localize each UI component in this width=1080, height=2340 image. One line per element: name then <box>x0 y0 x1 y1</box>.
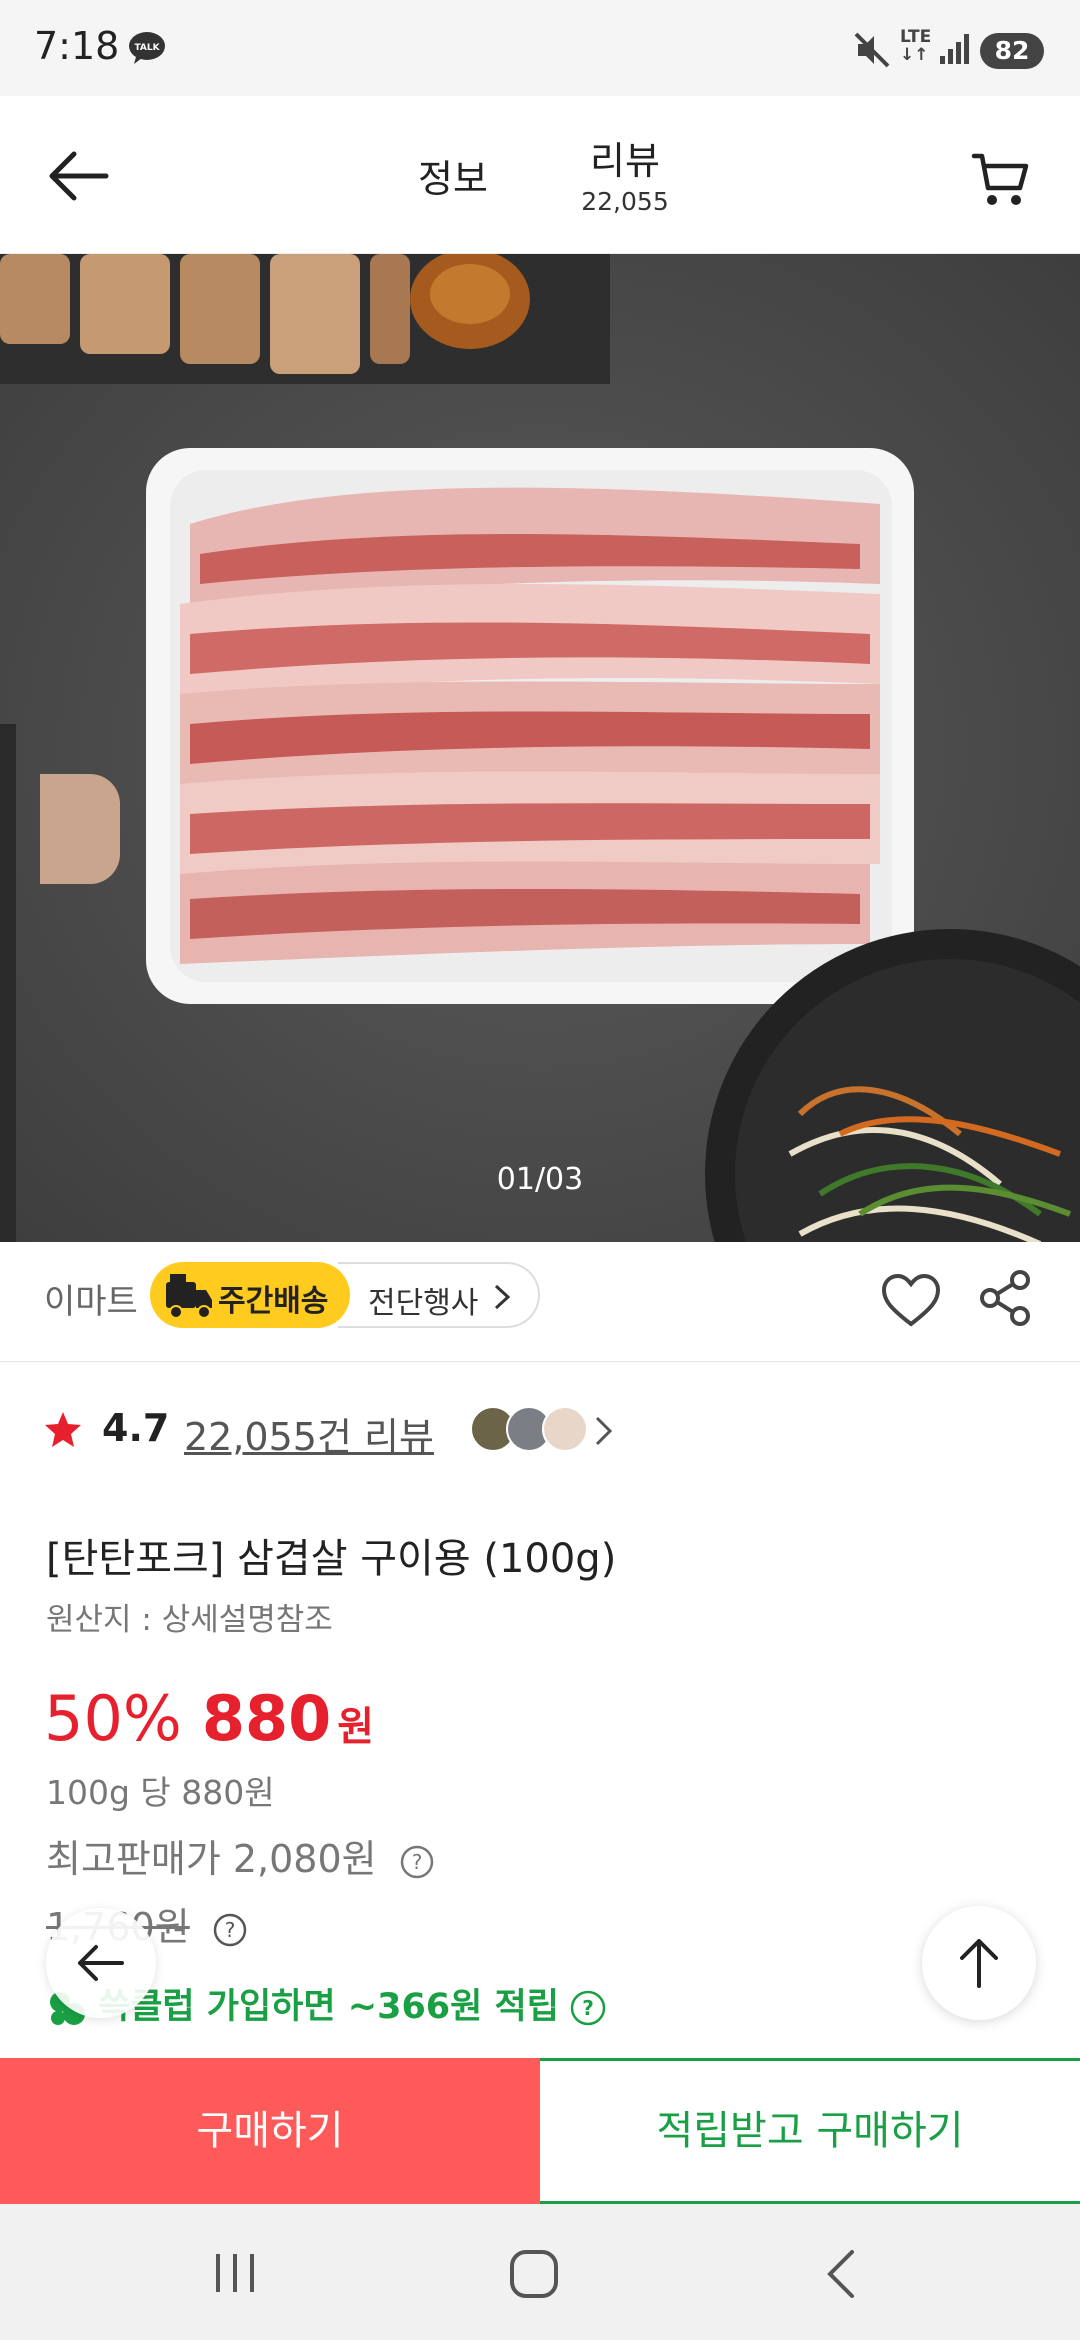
discount-rate: 50% <box>44 1682 182 1755</box>
help-icon[interactable]: ? <box>399 1844 435 1880</box>
chevron-right-icon <box>494 1284 511 1310</box>
battery-indicator: 82 <box>980 33 1044 69</box>
mute-icon <box>854 32 890 68</box>
arrow-up-icon <box>960 1939 998 1988</box>
store-name[interactable]: 이마트 <box>44 1274 138 1323</box>
recent-apps-icon[interactable] <box>210 2250 260 2296</box>
signal-icon <box>940 34 969 64</box>
promo-label: 전단행사 <box>368 1286 479 1321</box>
product-photo <box>0 254 1080 1242</box>
reviewer-avatars[interactable] <box>470 1406 588 1454</box>
price-row: 50% 880 원 <box>44 1682 374 1762</box>
system-nav-bar <box>0 2204 1080 2340</box>
origin-text: 원산지 : 상세설명참조 <box>46 1602 333 1638</box>
heart-icon[interactable] <box>880 1272 942 1330</box>
review-count-link[interactable]: 22,055건 리뷰 <box>184 1406 434 1461</box>
avatar <box>542 1406 588 1452</box>
top-header: 정보 리뷰 22,055 <box>0 96 1080 254</box>
share-icon[interactable] <box>978 1268 1034 1328</box>
star-icon <box>45 1412 81 1447</box>
delivery-badge[interactable]: 주간배송 <box>150 1262 350 1328</box>
home-icon[interactable] <box>508 2248 560 2300</box>
back-arrow-icon <box>78 1945 124 1981</box>
product-title: [탄탄포크] 삼겹살 구이용 (100g) <box>46 1536 617 1582</box>
lte-indicator: LTE ↓↑ <box>900 27 932 65</box>
svg-text:TALK: TALK <box>134 43 160 53</box>
chevron-right-icon[interactable] <box>592 1414 616 1448</box>
help-icon[interactable]: ? <box>212 1912 248 1948</box>
tab-info[interactable]: 정보 <box>418 148 488 203</box>
svg-text:?: ? <box>582 1996 594 2020</box>
tab-review-count: 22,055 <box>581 187 669 216</box>
delivery-label: 주간배송 <box>218 1284 329 1319</box>
nav-back-icon[interactable] <box>822 2248 858 2300</box>
status-time: 7:18 <box>34 24 120 68</box>
truck-icon <box>166 1274 212 1319</box>
promo-chip[interactable]: 전단행사 <box>338 1262 540 1328</box>
scroll-to-top-button[interactable] <box>922 1906 1036 2020</box>
tab-review[interactable]: 리뷰 22,055 <box>570 130 680 216</box>
unit-price: 100g 당 880원 <box>46 1773 275 1812</box>
image-counter: 01/03 <box>496 1162 584 1197</box>
back-arrow-icon[interactable] <box>44 146 112 206</box>
cart-icon[interactable] <box>970 148 1032 210</box>
product-image-gallery[interactable]: 01/03 <box>0 254 1080 1242</box>
svg-text:?: ? <box>225 1918 236 1942</box>
currency-unit: 원 <box>337 1704 375 1750</box>
store-row: 이마트 전단행사 주간배송 <box>0 1242 1080 1362</box>
help-icon[interactable]: ? <box>569 1989 607 2027</box>
floating-back-button[interactable] <box>46 1908 156 2018</box>
max-price: 최고판매가 2,080원 <box>46 1837 377 1881</box>
tab-review-label: 리뷰 <box>590 139 660 183</box>
reward-buy-button[interactable]: 적립받고 구매하기 <box>540 2058 1080 2204</box>
svg-text:?: ? <box>411 1850 422 1874</box>
status-bar: 7:18 TALK LTE ↓↑ 82 <box>0 0 1080 96</box>
max-price-row: 최고판매가 2,080원 ? <box>46 1828 435 1883</box>
sale-price: 880 <box>201 1682 332 1755</box>
membership-reward-text: 쓱클럽 가입하면 ~366원 적립 <box>98 1987 559 2027</box>
kakaotalk-icon: TALK <box>129 32 165 64</box>
buy-button[interactable]: 구매하기 <box>0 2058 540 2204</box>
rating-value: 4.7 <box>102 1406 170 1450</box>
